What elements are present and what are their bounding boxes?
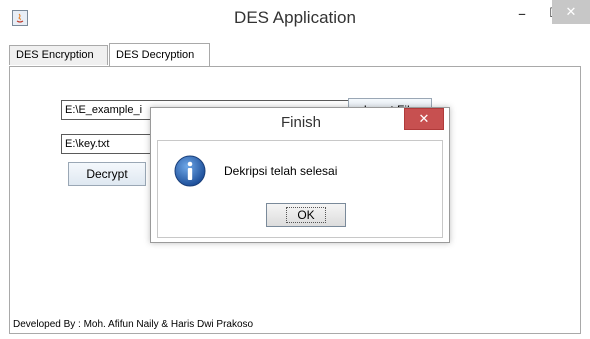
ok-button[interactable]: OK [266,203,346,227]
dialog-body: Dekripsi telah selesai OK [157,140,443,238]
close-button[interactable]: ✕ [552,0,590,24]
dialog-close-button[interactable]: ✕ [404,108,444,130]
main-window: DES Application – ☐ ✕ DES Encryption DES… [0,0,590,339]
developer-credit: Developed By : Moh. Afifun Naily & Haris… [13,319,254,330]
finish-dialog: Finish ✕ Dekripsi telah selesai OK [150,107,450,243]
decrypt-button[interactable]: Decrypt [68,162,146,186]
title-bar: DES Application – ☐ ✕ [0,0,590,40]
ok-button-label: OK [286,207,326,223]
dialog-message: Dekripsi telah selesai [224,164,338,178]
info-icon [174,155,206,187]
tab-bar: DES Encryption DES Decryption [9,43,581,67]
tab-des-encryption[interactable]: DES Encryption [9,45,108,65]
tab-des-decryption[interactable]: DES Decryption [109,43,210,67]
